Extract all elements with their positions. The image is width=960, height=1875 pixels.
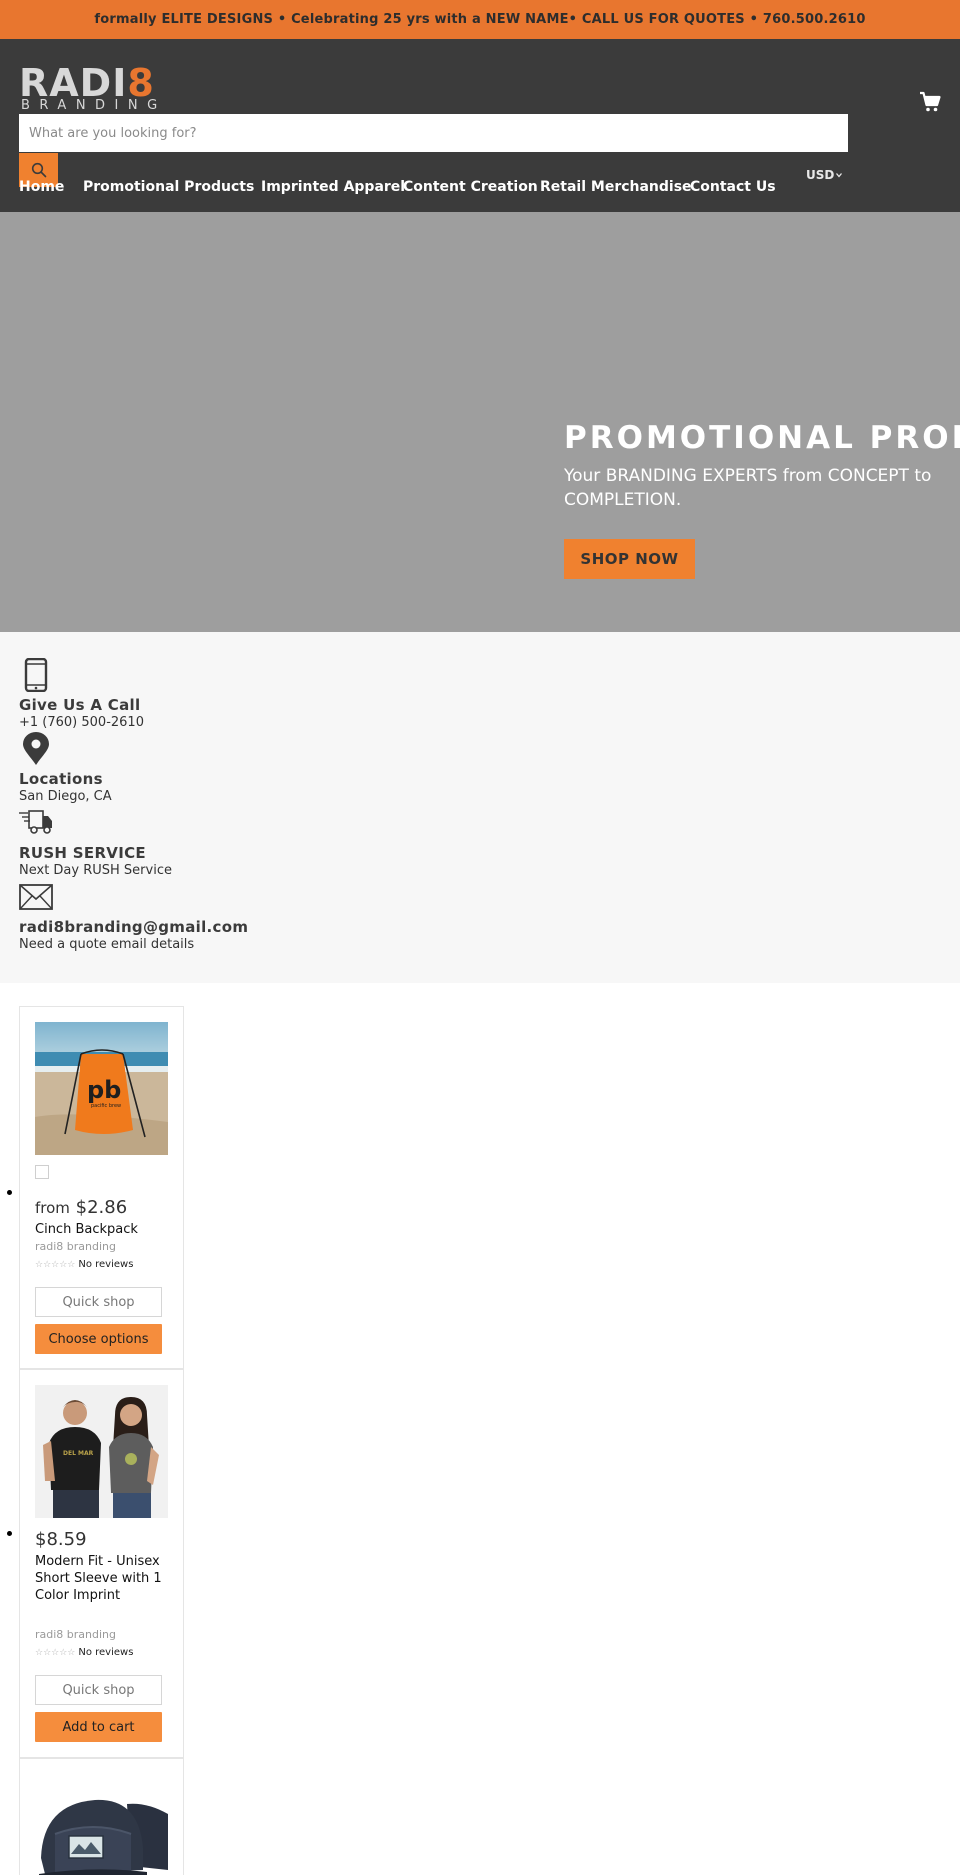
nav-imprinted-apparel[interactable]: Imprinted Apparel — [261, 179, 405, 195]
product-vendor[interactable]: radi8 branding — [35, 1240, 116, 1253]
search-input[interactable] — [19, 114, 848, 152]
shop-now-button[interactable]: SHOP NOW — [564, 539, 695, 579]
nav-contact-us[interactable]: Contact Us — [690, 179, 776, 195]
product-price: from $2.86 — [35, 1197, 128, 1218]
list-bullet — [7, 1190, 12, 1195]
star-rating: ☆☆☆☆☆ — [35, 1647, 76, 1658]
search-icon — [31, 162, 46, 178]
info-title: RUSH SERVICE — [19, 844, 146, 862]
info-text: Next Day RUSH Service — [19, 863, 172, 878]
hero-banner: PROMOTIONAL PRODUCTS Your BRANDING EXPER… — [0, 212, 960, 632]
announcement-bar: formally ELITE DESIGNS • Celebrating 25 … — [0, 0, 960, 39]
product-card — [19, 1758, 184, 1875]
product-reviews: ☆☆☆☆☆ No reviews — [35, 1647, 133, 1658]
product-image[interactable]: pb pacific brew — [35, 1022, 168, 1155]
logo-wordmark: RADI8 — [19, 61, 155, 105]
product-image[interactable]: DEL MAR — [35, 1385, 168, 1518]
cart-icon[interactable] — [919, 91, 941, 113]
info-title: Locations — [19, 770, 103, 788]
hero-title: PROMOTIONAL PRODUCTS — [564, 420, 960, 456]
delivery-truck-icon — [19, 810, 52, 834]
product-reviews: ☆☆☆☆☆ No reviews — [35, 1259, 133, 1270]
choose-options-button[interactable]: Choose options — [35, 1324, 162, 1354]
currency-selector[interactable]: USD — [806, 168, 843, 182]
product-image[interactable] — [35, 1774, 168, 1875]
star-rating: ☆☆☆☆☆ — [35, 1259, 76, 1270]
reviews-label: No reviews — [78, 1647, 134, 1658]
nav-content-creation[interactable]: Content Creation — [403, 179, 538, 195]
info-section: Give Us A Call +1 (760) 500-2610 Locatio… — [0, 632, 960, 983]
info-email: radi8branding@gmail.com Need a quote ema… — [19, 880, 248, 954]
svg-text:pacific brew: pacific brew — [91, 1103, 121, 1109]
info-rush: RUSH SERVICE Next Day RUSH Service — [19, 806, 172, 880]
product-title[interactable]: Modern Fit - Unisex Short Sleeve with 1 … — [35, 1553, 165, 1604]
chevron-down-icon — [836, 173, 843, 178]
info-locations: Locations San Diego, CA — [19, 732, 112, 806]
product-card: pb pacific brew from $2.86 Cinch Backpac… — [7, 1006, 184, 1369]
product-vendor[interactable]: radi8 branding — [35, 1628, 116, 1641]
quick-shop-button[interactable]: Quick shop — [35, 1287, 162, 1317]
info-text: Need a quote email details — [19, 937, 195, 952]
product-title[interactable]: Cinch Backpack — [35, 1221, 165, 1238]
nav-promotional-products[interactable]: Promotional Products — [83, 179, 254, 195]
svg-text:DEL MAR: DEL MAR — [63, 1450, 94, 1457]
nav-retail-merchandise[interactable]: Retail Merchandise — [540, 179, 692, 195]
color-swatch[interactable] — [35, 1165, 49, 1179]
info-call: Give Us A Call +1 (760) 500-2610 — [19, 657, 144, 732]
quick-shop-button[interactable]: Quick shop — [35, 1675, 162, 1705]
info-text: San Diego, CA — [19, 789, 112, 804]
product-card: DEL MAR $8.59 Modern Fit - Unisex Short … — [7, 1369, 184, 1758]
svg-text:pb: pb — [87, 1076, 121, 1104]
info-text: +1 (760) 500-2610 — [19, 715, 144, 730]
phone-icon — [24, 657, 48, 693]
add-to-cart-button[interactable]: Add to cart — [35, 1712, 162, 1742]
site-logo[interactable]: RADI8 BRANDING — [19, 63, 184, 113]
reviews-label: No reviews — [78, 1259, 134, 1270]
map-pin-icon — [23, 732, 49, 765]
info-title: Give Us A Call — [19, 696, 141, 714]
product-price: $8.59 — [35, 1529, 87, 1550]
site-header: RADI8 BRANDING Home Promotional Products… — [0, 39, 960, 212]
info-title[interactable]: radi8branding@gmail.com — [19, 918, 248, 936]
logo-subtitle: BRANDING — [21, 98, 167, 113]
envelope-icon — [19, 884, 53, 910]
currency-label: USD — [806, 168, 835, 182]
announcement-text: formally ELITE DESIGNS • Celebrating 25 … — [94, 12, 866, 27]
list-bullet — [7, 1531, 12, 1536]
nav-home[interactable]: Home — [19, 179, 64, 195]
hero-subtitle: Your BRANDING EXPERTS from CONCEPT to CO… — [564, 466, 932, 510]
